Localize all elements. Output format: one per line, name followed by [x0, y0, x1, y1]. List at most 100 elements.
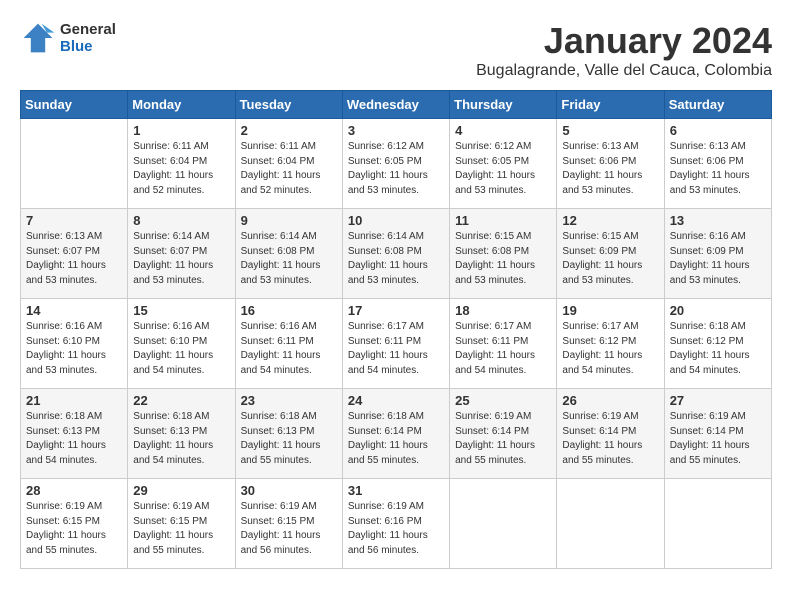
day-number: 9: [241, 213, 337, 228]
day-info: Sunrise: 6:13 AM Sunset: 6:06 PM Dayligh…: [562, 140, 658, 198]
day-number: 27: [670, 393, 766, 408]
day-number: 15: [133, 303, 229, 318]
day-info: Sunrise: 6:17 AM Sunset: 6:11 PM Dayligh…: [455, 320, 551, 378]
calendar-cell: 30 Sunrise: 6:19 AM Sunset: 6:15 PM Dayli…: [235, 479, 342, 569]
calendar-cell: 15 Sunrise: 6:16 AM Sunset: 6:10 PM Dayli…: [128, 299, 235, 389]
weekday-header-thursday: Thursday: [450, 91, 557, 119]
day-info: Sunrise: 6:16 AM Sunset: 6:10 PM Dayligh…: [133, 320, 229, 378]
day-info: Sunrise: 6:11 AM Sunset: 6:04 PM Dayligh…: [241, 140, 337, 198]
day-info: Sunrise: 6:17 AM Sunset: 6:12 PM Dayligh…: [562, 320, 658, 378]
day-number: 31: [348, 483, 444, 498]
calendar-cell: [450, 479, 557, 569]
calendar-cell: 28Sunrise: 6:19 AM Sunset: 6:15 PM Dayli…: [21, 479, 128, 569]
day-number: 13: [670, 213, 766, 228]
calendar-cell: 26 Sunrise: 6:19 AM Sunset: 6:14 PM Dayli…: [557, 389, 664, 479]
day-info: Sunrise: 6:14 AM Sunset: 6:08 PM Dayligh…: [241, 230, 337, 288]
calendar-cell: 14Sunrise: 6:16 AM Sunset: 6:10 PM Dayli…: [21, 299, 128, 389]
calendar-cell: 8 Sunrise: 6:14 AM Sunset: 6:07 PM Daylig…: [128, 209, 235, 299]
day-info: Sunrise: 6:14 AM Sunset: 6:08 PM Dayligh…: [348, 230, 444, 288]
day-number: 1: [133, 123, 229, 138]
day-info: Sunrise: 6:16 AM Sunset: 6:10 PM Dayligh…: [26, 320, 122, 378]
day-number: 20: [670, 303, 766, 318]
day-info: Sunrise: 6:13 AM Sunset: 6:07 PM Dayligh…: [26, 230, 122, 288]
day-info: Sunrise: 6:12 AM Sunset: 6:05 PM Dayligh…: [455, 140, 551, 198]
calendar-cell: 10 Sunrise: 6:14 AM Sunset: 6:08 PM Dayli…: [342, 209, 449, 299]
day-info: Sunrise: 6:19 AM Sunset: 6:16 PM Dayligh…: [348, 500, 444, 558]
day-number: 16: [241, 303, 337, 318]
calendar-cell: 4 Sunrise: 6:12 AM Sunset: 6:05 PM Daylig…: [450, 119, 557, 209]
calendar-body: 1 Sunrise: 6:11 AM Sunset: 6:04 PM Daylig…: [21, 119, 772, 569]
day-info: Sunrise: 6:18 AM Sunset: 6:13 PM Dayligh…: [133, 410, 229, 468]
calendar-cell: [21, 119, 128, 209]
calendar-table: SundayMondayTuesdayWednesdayThursdayFrid…: [20, 90, 772, 569]
calendar-cell: 18 Sunrise: 6:17 AM Sunset: 6:11 PM Dayli…: [450, 299, 557, 389]
day-info: Sunrise: 6:16 AM Sunset: 6:11 PM Dayligh…: [241, 320, 337, 378]
day-info: Sunrise: 6:17 AM Sunset: 6:11 PM Dayligh…: [348, 320, 444, 378]
calendar-cell: [557, 479, 664, 569]
calendar-cell: [664, 479, 771, 569]
day-number: 24: [348, 393, 444, 408]
day-number: 8: [133, 213, 229, 228]
weekday-header-monday: Monday: [128, 91, 235, 119]
calendar-cell: 12Sunrise: 6:15 AM Sunset: 6:09 PM Dayli…: [557, 209, 664, 299]
calendar-cell: 23 Sunrise: 6:18 AM Sunset: 6:13 PM Dayli…: [235, 389, 342, 479]
calendar-cell: 16 Sunrise: 6:16 AM Sunset: 6:11 PM Dayli…: [235, 299, 342, 389]
day-info: Sunrise: 6:14 AM Sunset: 6:07 PM Dayligh…: [133, 230, 229, 288]
day-number: 26: [562, 393, 658, 408]
calendar-cell: 25 Sunrise: 6:19 AM Sunset: 6:14 PM Dayli…: [450, 389, 557, 479]
calendar-week-3: 14Sunrise: 6:16 AM Sunset: 6:10 PM Dayli…: [21, 299, 772, 389]
weekday-header-sunday: Sunday: [21, 91, 128, 119]
day-info: Sunrise: 6:18 AM Sunset: 6:12 PM Dayligh…: [670, 320, 766, 378]
day-number: 3: [348, 123, 444, 138]
day-info: Sunrise: 6:19 AM Sunset: 6:15 PM Dayligh…: [241, 500, 337, 558]
calendar-cell: 5Sunrise: 6:13 AM Sunset: 6:06 PM Daylig…: [557, 119, 664, 209]
day-number: 11: [455, 213, 551, 228]
day-number: 23: [241, 393, 337, 408]
day-info: Sunrise: 6:15 AM Sunset: 6:09 PM Dayligh…: [562, 230, 658, 288]
day-info: Sunrise: 6:18 AM Sunset: 6:13 PM Dayligh…: [241, 410, 337, 468]
calendar-cell: 2 Sunrise: 6:11 AM Sunset: 6:04 PM Daylig…: [235, 119, 342, 209]
calendar-cell: 7Sunrise: 6:13 AM Sunset: 6:07 PM Daylig…: [21, 209, 128, 299]
day-number: 17: [348, 303, 444, 318]
day-info: Sunrise: 6:18 AM Sunset: 6:14 PM Dayligh…: [348, 410, 444, 468]
logo-text: GeneralBlue: [60, 21, 116, 55]
day-info: Sunrise: 6:19 AM Sunset: 6:15 PM Dayligh…: [133, 500, 229, 558]
day-number: 21: [26, 393, 122, 408]
weekday-header-saturday: Saturday: [664, 91, 771, 119]
page-header: GeneralBlue January 2024 Bugalagrande, V…: [20, 20, 772, 80]
calendar-cell: 20 Sunrise: 6:18 AM Sunset: 6:12 PM Dayli…: [664, 299, 771, 389]
title-section: January 2024 Bugalagrande, Valle del Cau…: [476, 20, 772, 80]
day-info: Sunrise: 6:11 AM Sunset: 6:04 PM Dayligh…: [133, 140, 229, 198]
location-title: Bugalagrande, Valle del Cauca, Colombia: [476, 62, 772, 80]
calendar-cell: 13 Sunrise: 6:16 AM Sunset: 6:09 PM Dayli…: [664, 209, 771, 299]
calendar-cell: 17 Sunrise: 6:17 AM Sunset: 6:11 PM Dayli…: [342, 299, 449, 389]
day-info: Sunrise: 6:16 AM Sunset: 6:09 PM Dayligh…: [670, 230, 766, 288]
calendar-week-2: 7Sunrise: 6:13 AM Sunset: 6:07 PM Daylig…: [21, 209, 772, 299]
calendar-week-5: 28Sunrise: 6:19 AM Sunset: 6:15 PM Dayli…: [21, 479, 772, 569]
day-info: Sunrise: 6:12 AM Sunset: 6:05 PM Dayligh…: [348, 140, 444, 198]
day-info: Sunrise: 6:19 AM Sunset: 6:14 PM Dayligh…: [455, 410, 551, 468]
day-number: 30: [241, 483, 337, 498]
calendar-header: SundayMondayTuesdayWednesdayThursdayFrid…: [21, 91, 772, 119]
day-number: 22: [133, 393, 229, 408]
day-number: 4: [455, 123, 551, 138]
calendar-cell: 29 Sunrise: 6:19 AM Sunset: 6:15 PM Dayli…: [128, 479, 235, 569]
calendar-week-4: 21 Sunrise: 6:18 AM Sunset: 6:13 PM Dayli…: [21, 389, 772, 479]
calendar-cell: 24 Sunrise: 6:18 AM Sunset: 6:14 PM Dayli…: [342, 389, 449, 479]
weekday-header-friday: Friday: [557, 91, 664, 119]
day-number: 25: [455, 393, 551, 408]
calendar-cell: 11Sunrise: 6:15 AM Sunset: 6:08 PM Dayli…: [450, 209, 557, 299]
day-info: Sunrise: 6:19 AM Sunset: 6:14 PM Dayligh…: [562, 410, 658, 468]
day-info: Sunrise: 6:19 AM Sunset: 6:15 PM Dayligh…: [26, 500, 122, 558]
day-info: Sunrise: 6:19 AM Sunset: 6:14 PM Dayligh…: [670, 410, 766, 468]
calendar-cell: 21Sunrise: 6:18 AM Sunset: 6:13 PM Dayli…: [21, 389, 128, 479]
weekday-header-tuesday: Tuesday: [235, 91, 342, 119]
day-number: 2: [241, 123, 337, 138]
day-number: 10: [348, 213, 444, 228]
month-title: January 2024: [476, 20, 772, 62]
calendar-cell: 6Sunrise: 6:13 AM Sunset: 6:06 PM Daylig…: [664, 119, 771, 209]
calendar-cell: 9 Sunrise: 6:14 AM Sunset: 6:08 PM Daylig…: [235, 209, 342, 299]
day-number: 29: [133, 483, 229, 498]
calendar-cell: 1 Sunrise: 6:11 AM Sunset: 6:04 PM Daylig…: [128, 119, 235, 209]
day-number: 18: [455, 303, 551, 318]
